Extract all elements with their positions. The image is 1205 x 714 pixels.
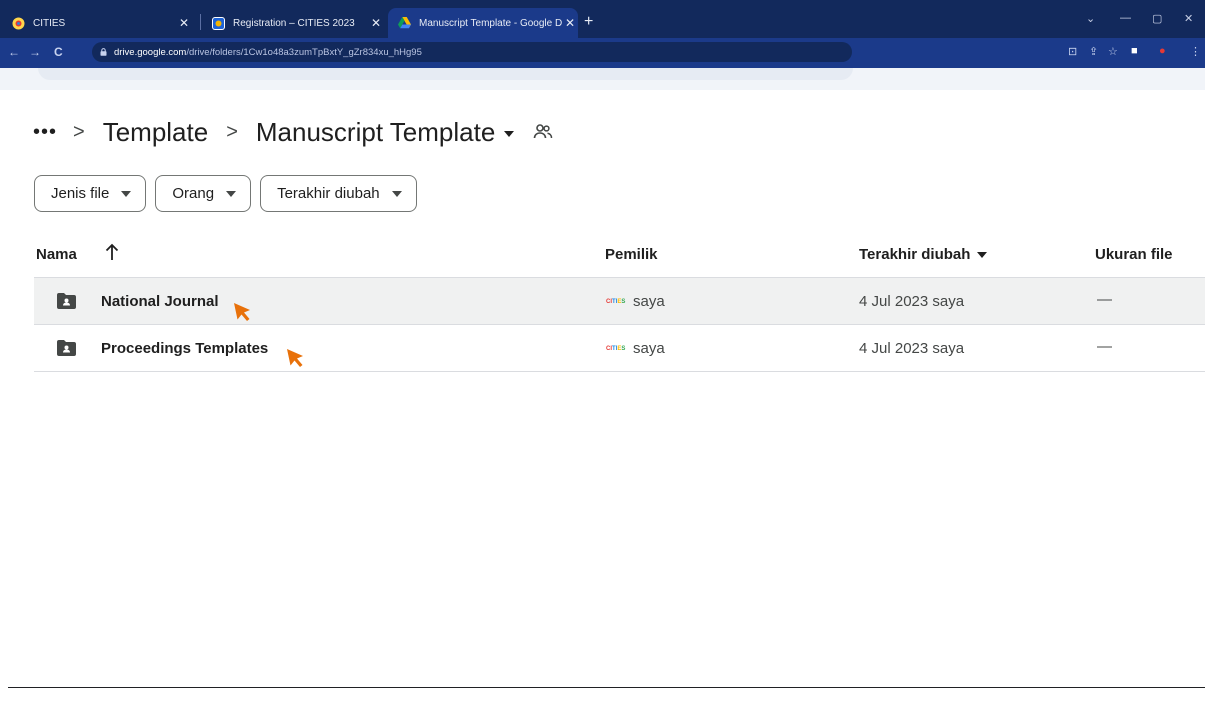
forward-icon[interactable]: → [29, 45, 41, 59]
mouse-pointer-icon [287, 349, 303, 367]
new-tab-button[interactable]: + [584, 14, 593, 30]
drive-header-strip [0, 68, 1205, 90]
chevron-right-icon: > [226, 120, 238, 143]
filter-chips: Jenis file Orang Terakhir diubah [34, 175, 417, 212]
maximize-icon[interactable]: ▢ [1152, 12, 1162, 25]
registration-favicon-icon [212, 16, 225, 30]
column-header-size[interactable]: Ukuran file [1095, 246, 1173, 263]
file-size: — [1097, 338, 1112, 355]
table-header: Nama Pemilik Terakhir diubah Ukuran file [34, 232, 1205, 278]
tab-manuscript-template[interactable]: Manuscript Template - Google D ✕ [388, 8, 578, 38]
breadcrumb-current-folder[interactable]: Manuscript Template [255, 116, 515, 148]
filter-people-chip[interactable]: Orang [155, 175, 252, 212]
mouse-pointer-icon [234, 303, 250, 321]
owner-name: saya [633, 293, 665, 310]
lock-icon [100, 48, 107, 56]
breadcrumb: ••• > Template > Manuscript Template [33, 112, 554, 152]
minimize-icon[interactable]: — [1120, 12, 1131, 24]
chip-label: Terakhir diubah [277, 185, 380, 202]
close-icon[interactable]: ✕ [562, 16, 578, 30]
browser-tab-bar: CITIES ✕ Registration – CITIES 2023 ✕ Ma… [0, 0, 1205, 38]
chevron-right-icon: > [73, 120, 85, 143]
owner-name: saya [633, 340, 665, 357]
address-bar[interactable]: drive.google.com/drive/folders/1Cw1o48a3… [92, 42, 852, 62]
modified-date: 4 Jul 2023 saya [859, 293, 965, 310]
tab-registration[interactable]: Registration – CITIES 2023 ✕ [202, 8, 384, 38]
tab-title: CITIES [33, 17, 66, 29]
url-host: drive.google.com [114, 46, 187, 58]
window-close-icon[interactable]: ✕ [1184, 12, 1193, 25]
modified-date: 4 Jul 2023 saya [859, 340, 965, 357]
column-header-modified[interactable]: Terakhir diubah [859, 246, 988, 263]
tab-title: Manuscript Template - Google D [419, 17, 562, 29]
back-icon[interactable]: ← [8, 45, 20, 59]
breadcrumb-more-button[interactable]: ••• [33, 121, 57, 144]
divider [8, 687, 1205, 688]
url-path: /drive/folders/1Cw1o48a3zumTpBxtY_gZr834… [186, 46, 422, 58]
caret-down-icon [977, 252, 988, 258]
column-header-name[interactable]: Nama [36, 246, 77, 263]
bookmark-star-icon[interactable]: ☆ [1108, 45, 1118, 58]
table-row[interactable]: Proceedings Templates CI TI E S saya 4 Jul … [34, 325, 1205, 372]
table-row[interactable]: National Journal CI TI E S saya 4 Jul 2023 … [34, 278, 1205, 325]
caret-down-icon [121, 191, 132, 197]
file-name[interactable]: National Journal [101, 293, 219, 310]
column-header-modified-label: Terakhir diubah [859, 246, 971, 263]
close-icon[interactable]: ✕ [368, 16, 384, 30]
drive-search-bar[interactable] [38, 68, 853, 80]
side-panel-icon[interactable]: ■ [1131, 45, 1138, 57]
close-icon[interactable]: ✕ [176, 16, 192, 30]
file-list: Nama Pemilik Terakhir diubah Ukuran file… [34, 232, 1205, 372]
column-header-owner[interactable]: Pemilik [605, 246, 658, 263]
shared-folder-icon [57, 340, 76, 356]
breadcrumb-template[interactable]: Template [103, 117, 209, 148]
shared-folder-people-icon[interactable] [532, 121, 554, 143]
shared-folder-icon [57, 293, 76, 309]
share-page-icon[interactable]: ⇪ [1089, 45, 1098, 58]
caret-down-icon [504, 130, 515, 137]
owner-avatar: CI TI E S [606, 345, 626, 352]
tab-search-icon[interactable]: ⌄ [1086, 12, 1095, 25]
sort-ascending-arrow-icon[interactable] [105, 242, 119, 262]
tab-title: Registration – CITIES 2023 [233, 17, 355, 29]
page-title: Manuscript Template [255, 116, 496, 147]
extension-icon[interactable]: ● [1159, 45, 1166, 57]
file-size: — [1097, 291, 1112, 308]
reload-icon[interactable]: C [54, 45, 63, 59]
install-app-icon[interactable]: ⊡ [1068, 45, 1077, 58]
file-name[interactable]: Proceedings Templates [101, 340, 268, 357]
browser-menu-icon[interactable]: ⋮ [1190, 45, 1201, 58]
caret-down-icon [226, 191, 237, 197]
tab-divider [200, 14, 201, 30]
caret-down-icon [391, 191, 402, 197]
tab-cities[interactable]: CITIES ✕ [2, 8, 192, 38]
chip-label: Orang [172, 185, 215, 202]
filter-file-type-chip[interactable]: Jenis file [34, 175, 147, 212]
cities-favicon-icon [12, 17, 25, 30]
google-drive-icon [398, 17, 411, 30]
filter-modified-chip[interactable]: Terakhir diubah [260, 175, 417, 212]
browser-toolbar: ← → C drive.google.com/drive/folders/1Cw… [0, 38, 1205, 68]
chip-label: Jenis file [51, 185, 110, 202]
owner-avatar: CI TI E S [606, 298, 626, 305]
